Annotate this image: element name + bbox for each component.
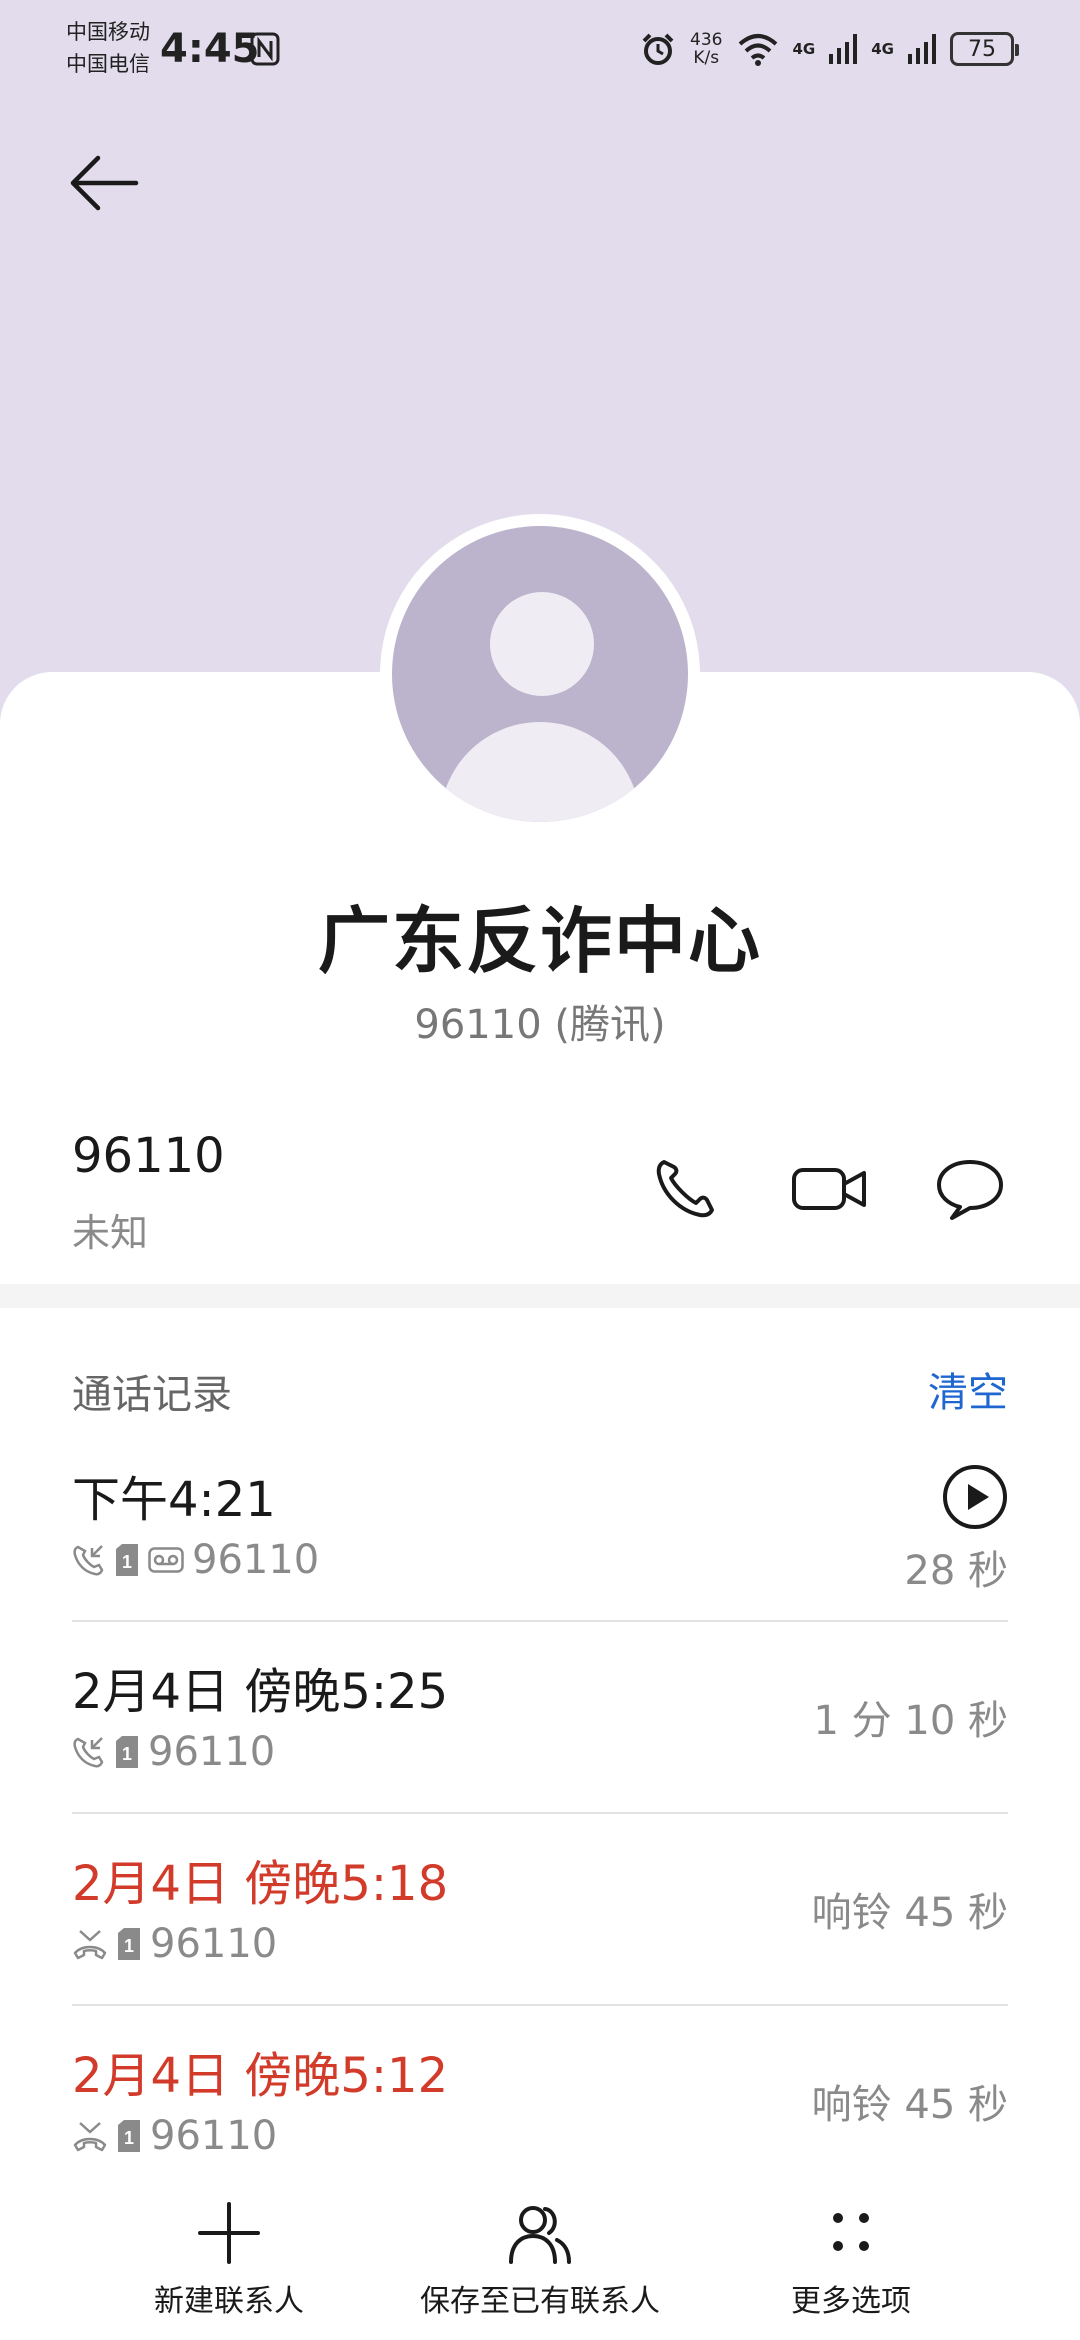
- call-duration: 响铃 45 秒: [811, 2082, 1008, 2128]
- call-meta: 1 96110: [72, 2113, 278, 2159]
- incoming-call-icon: [73, 1545, 104, 1576]
- sim-1-icon: 1: [118, 2120, 140, 2152]
- contacts-icon: [509, 2206, 571, 2264]
- call-number: 96110: [150, 1921, 278, 1967]
- phone-number[interactable]: 96110: [72, 1128, 225, 1184]
- section-divider: [0, 1284, 1080, 1308]
- sim-1-icon: 1: [116, 1736, 138, 1768]
- battery-level: 75: [968, 36, 996, 62]
- video-call-icon[interactable]: [790, 1152, 870, 1224]
- contact-subtitle: 96110 (腾讯): [414, 1002, 666, 1048]
- speed-value: 436: [690, 30, 723, 50]
- call-log-title: 通话记录: [72, 1372, 232, 1418]
- svg-text:1: 1: [124, 1936, 134, 1956]
- call-duration: 28 秒: [904, 1548, 1008, 1594]
- sim-1-icon: 1: [118, 1928, 140, 1960]
- phone-location: 未知: [72, 1211, 149, 1255]
- incoming-call-icon: [73, 1737, 104, 1768]
- call-record[interactable]: 2月4日 傍晚5:25 1 96110 1 分 10 秒: [72, 1622, 1008, 1814]
- sim-1-icon: 1: [116, 1544, 138, 1576]
- save-to-existing-label: 保存至已有联系人: [420, 2284, 660, 2319]
- contact-name: 广东反诈中心: [317, 899, 762, 983]
- save-to-existing-button[interactable]: 保存至已有联系人: [410, 2200, 670, 2320]
- svg-text:1: 1: [124, 2128, 134, 2148]
- call-time: 2月4日 傍晚5:25: [72, 1664, 449, 1720]
- call-time: 下午4:21: [72, 1472, 276, 1528]
- call-time-missed: 2月4日 傍晚5:12: [72, 2048, 449, 2104]
- contact-avatar: [380, 514, 700, 834]
- call-record[interactable]: 2月4日 傍晚5:18 1 96110 响铃 45 秒: [72, 1814, 1008, 2006]
- call-record[interactable]: 下午4:21 1 96110 28 秒: [72, 1430, 1008, 1622]
- play-recording-icon[interactable]: [942, 1464, 1008, 1530]
- bottom-action-bar: 新建联系人 保存至已有联系人 更多选项: [0, 2190, 1080, 2340]
- network-speed: 436 K/s: [690, 31, 722, 67]
- call-record[interactable]: 2月4日 傍晚5:12 1 96110 响铃 45 秒: [72, 2006, 1008, 2198]
- message-icon[interactable]: [934, 1152, 1006, 1224]
- voicemail-icon: [148, 1547, 184, 1573]
- new-contact-label: 新建联系人: [154, 2284, 304, 2319]
- status-clock: 4:45: [160, 26, 260, 72]
- call-time-missed: 2月4日 傍晚5:18: [72, 1856, 449, 1912]
- more-options-button[interactable]: 更多选项: [766, 2200, 936, 2320]
- missed-call-icon: [73, 2122, 107, 2152]
- missed-call-icon: [73, 1930, 107, 1960]
- call-duration: 1 分 10 秒: [813, 1698, 1009, 1744]
- new-contact-button[interactable]: 新建联系人: [134, 2200, 324, 2320]
- signal-icon-1: [829, 34, 858, 64]
- alarm-icon: [642, 33, 674, 65]
- nfc-icon: [250, 32, 280, 66]
- network-type-1: 4G: [792, 39, 816, 58]
- carrier-1: 中国移动: [66, 20, 150, 44]
- carrier-2: 中国电信: [66, 52, 150, 76]
- call-icon[interactable]: [650, 1152, 722, 1224]
- signal-icon-2: [908, 34, 936, 64]
- call-meta: 1 96110: [72, 1537, 320, 1583]
- avatar-head-shape: [490, 592, 594, 696]
- svg-text:1: 1: [122, 1744, 132, 1764]
- call-number: 96110: [150, 2113, 278, 2159]
- status-bar: 中国移动 中国电信 4:45 436 K/s 4G 4G 75: [0, 0, 1080, 100]
- more-dots-icon: [833, 2213, 869, 2251]
- wifi-icon: [738, 34, 777, 66]
- call-number: 96110: [192, 1537, 320, 1583]
- call-meta: 1 96110: [72, 1921, 278, 1967]
- call-duration: 响铃 45 秒: [811, 1890, 1008, 1936]
- more-options-label: 更多选项: [791, 2284, 911, 2319]
- battery-indicator: 75: [950, 32, 1019, 66]
- speed-unit: K/s: [693, 48, 720, 68]
- clear-button[interactable]: 清空: [928, 1360, 1008, 1418]
- call-number: 96110: [148, 1729, 276, 1775]
- call-meta: 1 96110: [72, 1729, 276, 1775]
- back-arrow-icon[interactable]: [64, 148, 144, 218]
- network-type-2: 4G: [871, 39, 894, 58]
- avatar-body-shape: [440, 722, 640, 822]
- plus-icon: [198, 2202, 260, 2264]
- svg-text:1: 1: [122, 1552, 132, 1572]
